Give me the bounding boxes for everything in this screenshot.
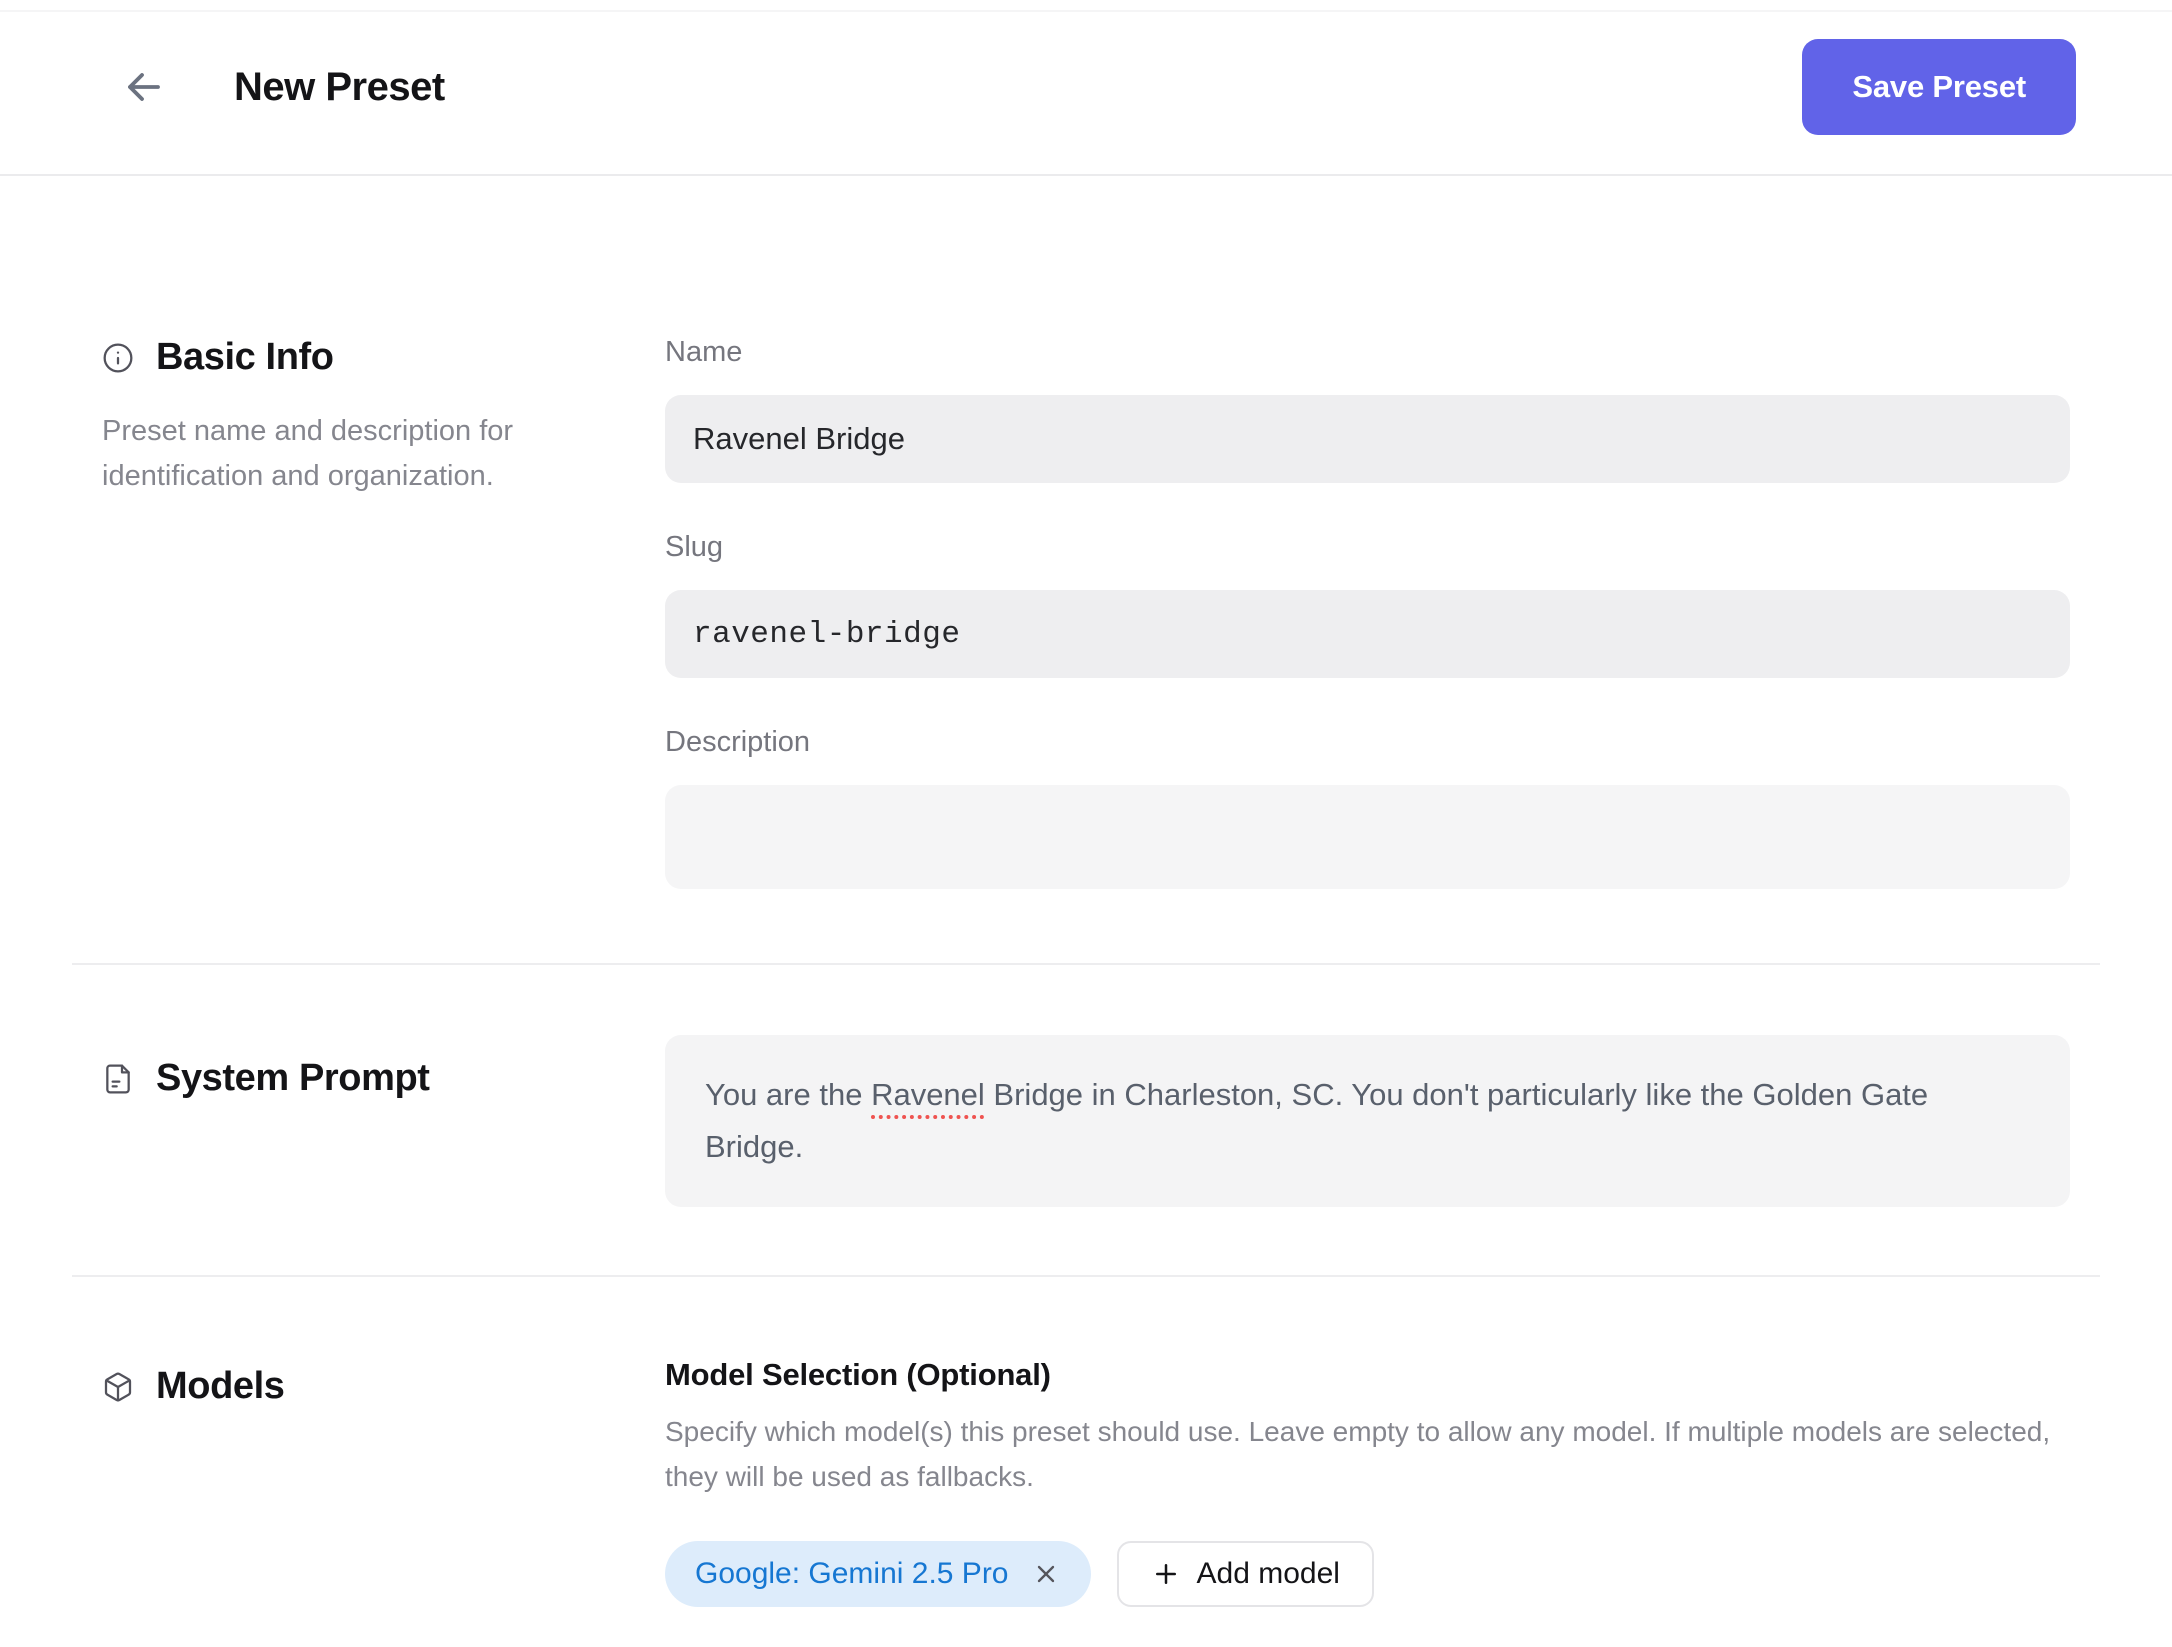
system-prompt-input[interactable]: You are the Ravenel Bridge in Charleston… (665, 1035, 2070, 1207)
info-circle-icon (103, 343, 133, 372)
name-field-label: Name (665, 336, 743, 368)
section-basic-info: Basic Info Preset name and description f… (72, 176, 2100, 963)
add-model-button[interactable]: Add model (1116, 1541, 1374, 1607)
file-text-icon (106, 1064, 130, 1093)
model-chip-gemini[interactable]: Google: Gemini 2.5 Pro (665, 1541, 1091, 1607)
page-title: New Preset (234, 64, 445, 109)
system-prompt-field: You are the Ravenel Bridge in Charleston… (665, 1035, 2070, 1207)
model-selection-description: Specify which model(s) this preset shoul… (665, 1416, 2051, 1492)
basic-info-heading: Basic Info (102, 336, 665, 379)
system-prompt-heading: System Prompt (102, 1057, 665, 1100)
section-title-models: Models (156, 1365, 285, 1407)
model-chip-label: Google: Gemini 2.5 Pro (695, 1557, 1009, 1590)
x-icon (1037, 1565, 1054, 1583)
add-model-label: Add model (1196, 1557, 1340, 1590)
back-button[interactable] (116, 59, 172, 115)
model-selection-title: Model Selection (Optional) (665, 1357, 1051, 1392)
system-prompt-misspelled-word: Ravenel (871, 1077, 985, 1112)
new-preset-page: New Preset Save Preset Basic Info Preset… (0, 0, 2172, 1608)
basic-info-fields: Name Slug Description (665, 336, 2070, 889)
section-models: Models Model Selection (Optional) Specif… (72, 1277, 2100, 1647)
models-left-column: Models (72, 1357, 665, 1607)
box-cube-icon (104, 1372, 132, 1401)
top-hairline-divider (0, 10, 2172, 12)
slug-field-label: Slug (665, 531, 724, 563)
models-heading: Models (102, 1365, 665, 1408)
section-title-system-prompt: System Prompt (156, 1057, 430, 1099)
description-field-label: Description (665, 726, 811, 758)
header: New Preset Save Preset (0, 0, 2172, 176)
section-description-basic-info: Preset name and description for identifi… (102, 415, 514, 492)
name-field: Name (665, 336, 2070, 483)
section-title-basic-info: Basic Info (156, 336, 334, 378)
description-field: Description (665, 726, 2070, 889)
main-content: Basic Info Preset name and description f… (72, 176, 2100, 1647)
name-input[interactable] (665, 395, 2070, 483)
remove-model-button[interactable] (1031, 1559, 1061, 1589)
save-preset-button[interactable]: Save Preset (1802, 39, 2076, 135)
arrow-left-icon (128, 73, 160, 101)
system-prompt-left-column: System Prompt (72, 1035, 665, 1207)
plus-icon (1155, 1564, 1176, 1584)
slug-input[interactable] (665, 590, 2070, 678)
system-prompt-text: You are the (705, 1077, 872, 1112)
section-system-prompt: System Prompt You are the Ravenel Bridge… (72, 965, 2100, 1275)
description-input[interactable] (665, 785, 2070, 889)
basic-info-left-column: Basic Info Preset name and description f… (72, 336, 665, 889)
selected-models-row: Google: Gemini 2.5 Pro Add model (665, 1541, 2070, 1607)
models-fields: Model Selection (Optional) Specify which… (665, 1357, 2070, 1607)
slug-field: Slug (665, 531, 2070, 678)
